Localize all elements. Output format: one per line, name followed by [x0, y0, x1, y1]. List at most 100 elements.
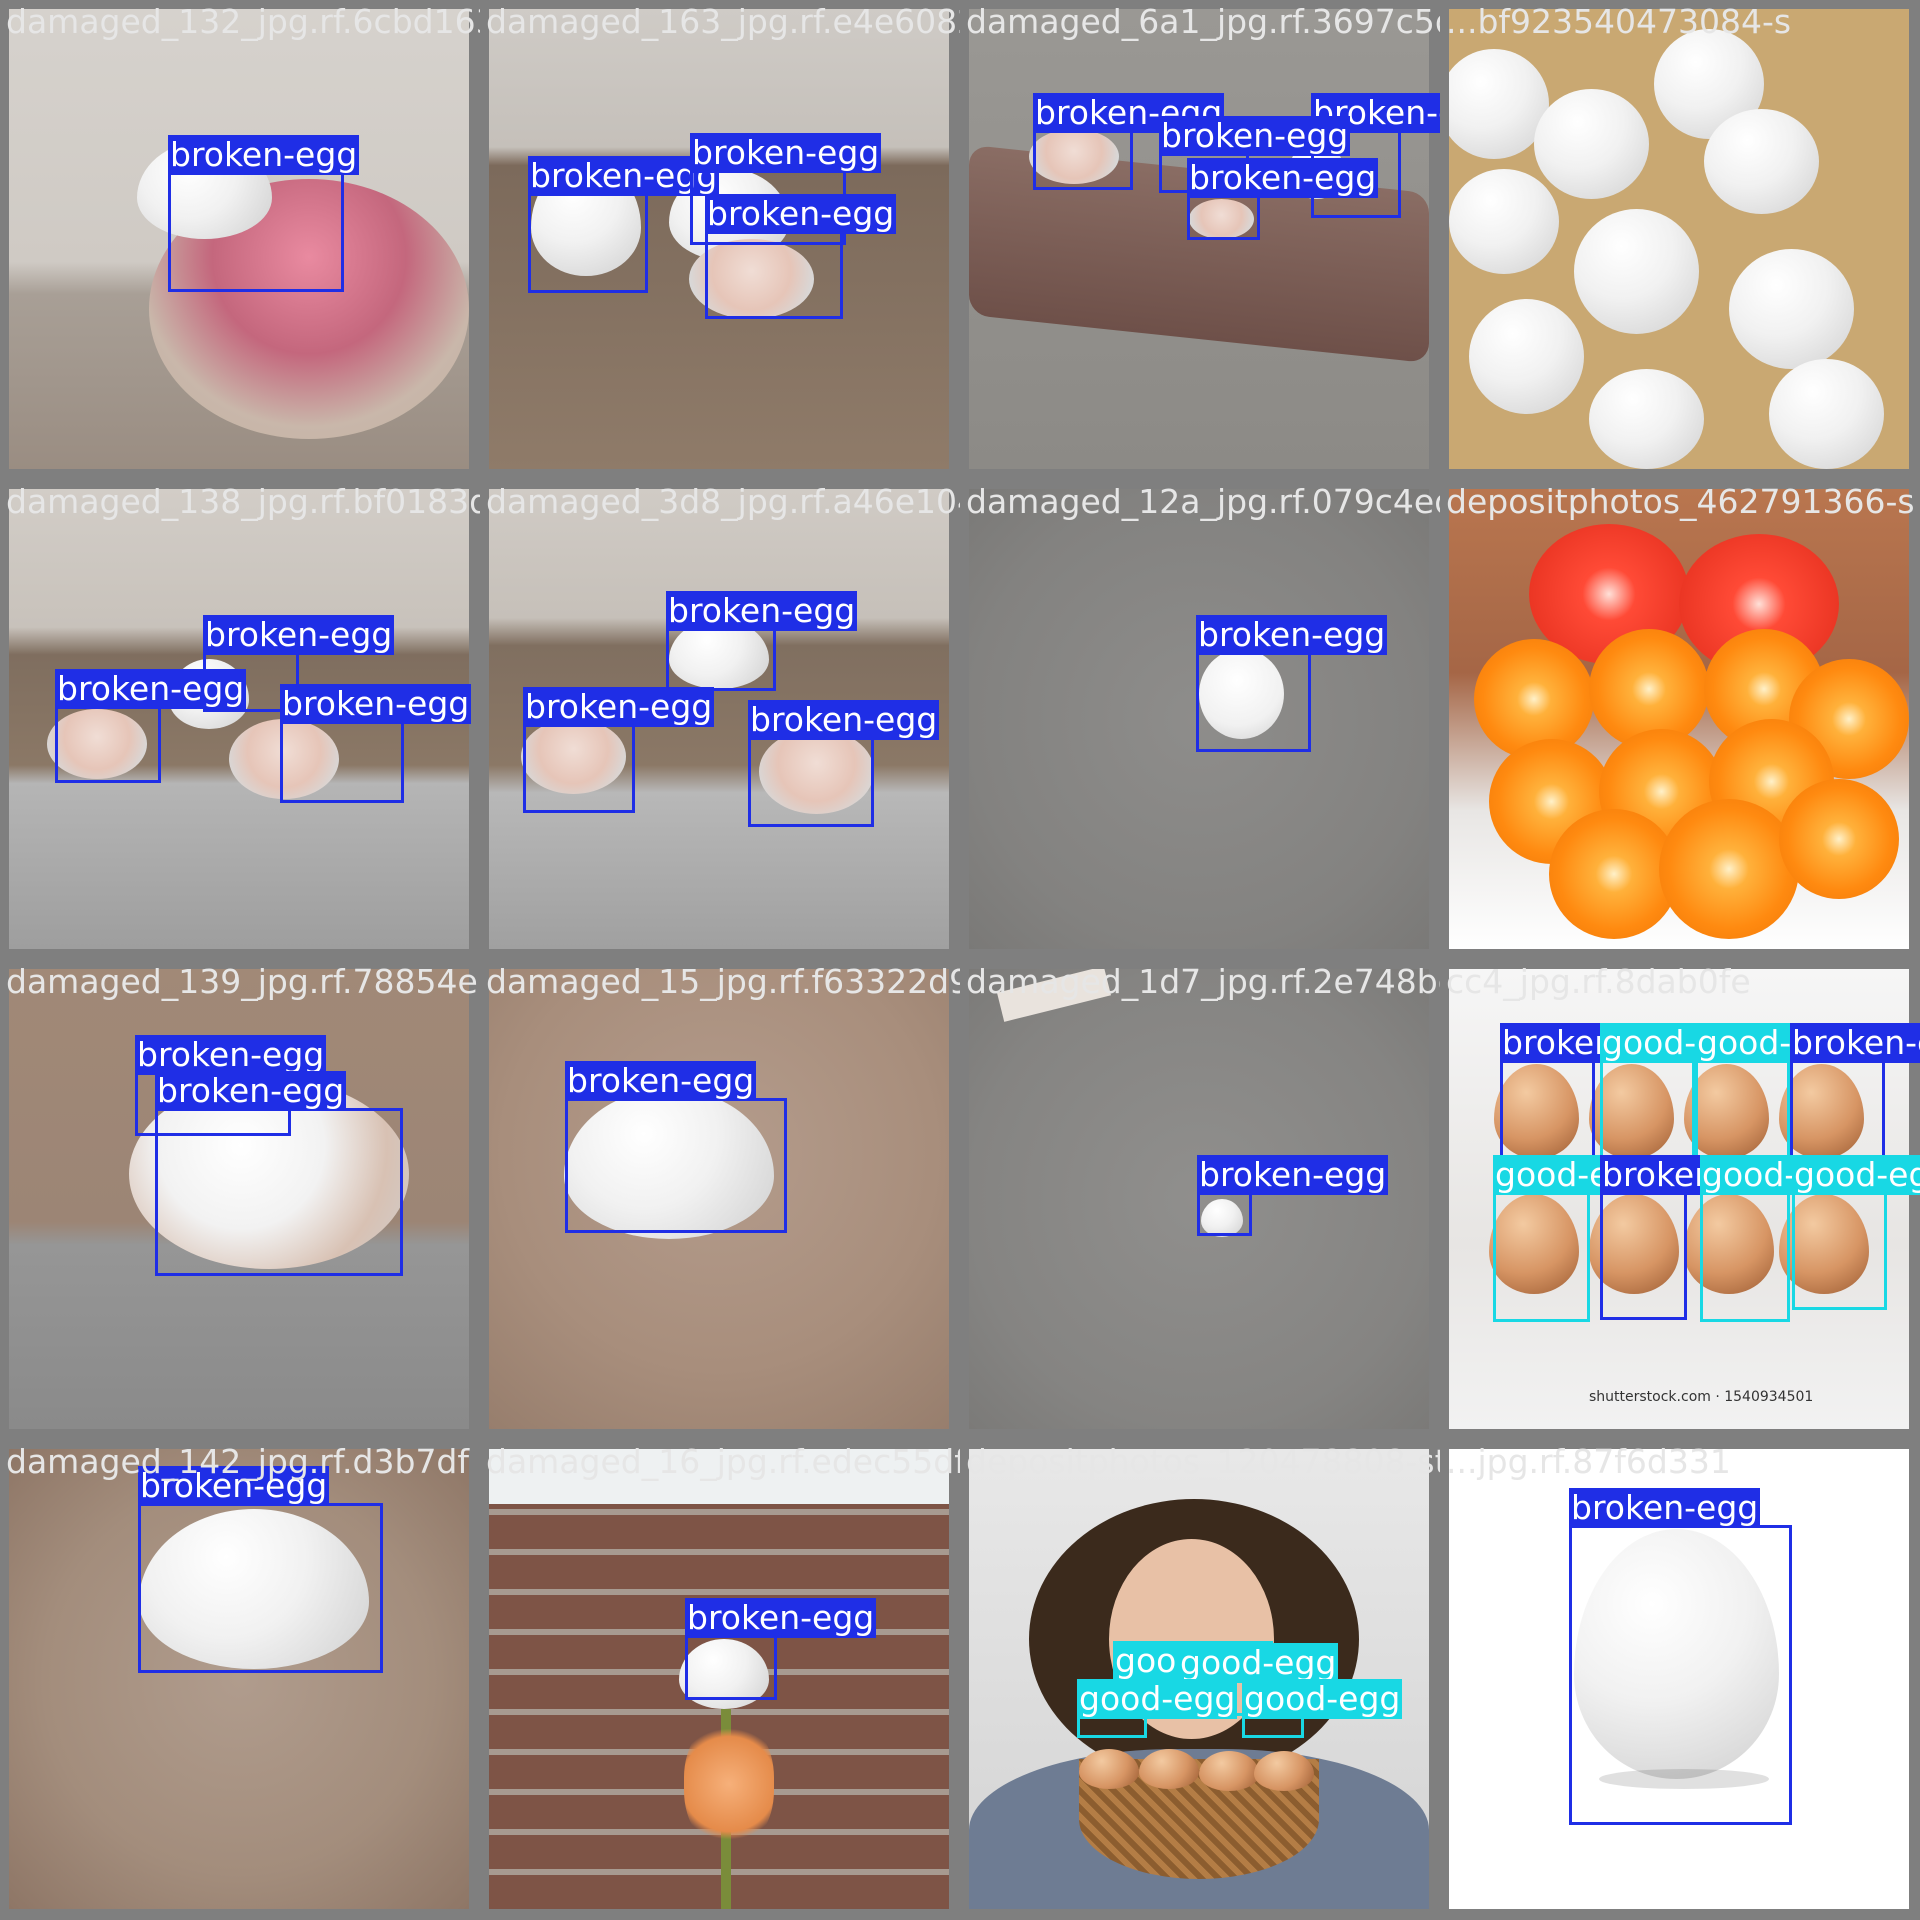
- bounding-box: broken-egg: [55, 669, 247, 783]
- bounding-box: broken-egg: [1569, 1488, 1792, 1825]
- box-label: broken-egg: [155, 1071, 347, 1111]
- bounding-box: broken-egg: [1197, 1155, 1389, 1236]
- box-label: broken-egg: [1569, 1488, 1761, 1528]
- tile-8: depositphotos_462791366-s: [1440, 480, 1920, 960]
- bounding-box: good-egg: [1242, 1679, 1403, 1738]
- bounding-box: broken-egg: [1196, 615, 1388, 752]
- bounding-box: good-egg: [1695, 1023, 1856, 1160]
- bounding-box: broken-egg: [666, 591, 858, 691]
- bounding-box: good-egg: [1792, 1155, 1920, 1310]
- box-label: good-egg: [1242, 1679, 1403, 1719]
- tile-filename: ...jpg.rf.87f6d331: [1446, 1442, 1731, 1481]
- tile-filename: damaged_139_jpg.rf.78854e5937e0d1735e7c: [6, 962, 480, 1001]
- tile-filename: depositphotos_120478808-stock-photo: [966, 1442, 1440, 1481]
- bounding-box: broken-egg: [1600, 1155, 1792, 1320]
- tile-filename: damaged_6a1_jpg.rf.3697c5de46f5ebba3: [966, 2, 1440, 41]
- egg: [1729, 249, 1854, 369]
- tile-filename: damaged_132_jpg.rf.6cbd163fba3e3b1f63a65: [6, 2, 480, 41]
- egg: [1469, 299, 1584, 414]
- bounding-box: good-egg: [1493, 1155, 1654, 1322]
- tile-5: damaged_138_jpg.rf.bf0183df7301d7148bc b…: [0, 480, 480, 960]
- box-label: broken-egg: [748, 700, 940, 740]
- box-label: broken-egg: [1197, 1155, 1389, 1195]
- box-label: broken-egg: [685, 1598, 877, 1638]
- bounding-box: good-egg: [1077, 1679, 1238, 1738]
- box-label: broken-egg: [690, 133, 882, 173]
- tile-filename: damaged_15_jpg.rf.f63322d9542e40e5087: [486, 962, 960, 1001]
- flower-head: [684, 1719, 774, 1849]
- egg: [1589, 369, 1704, 469]
- tile-14: damaged_16_jpg.rf.edec55df0e397545c61a2 …: [480, 1440, 960, 1920]
- box-label: broken-egg: [280, 684, 472, 724]
- egg: [1079, 1749, 1139, 1789]
- egg: [1574, 209, 1699, 334]
- orange-half: [1779, 779, 1899, 899]
- tile-filename: damaged_163_jpg.rf.e4e608201fe24dc675496: [486, 2, 960, 41]
- tile-15: depositphotos_120478808-stock-photo good…: [960, 1440, 1440, 1920]
- tile-10: damaged_15_jpg.rf.f63322d9542e40e5087 br…: [480, 960, 960, 1440]
- bounding-box: broken-egg: [748, 700, 940, 827]
- tile-filename: damaged_1d7_jpg.rf.2e748bd7d4af3f5850: [966, 962, 1440, 1001]
- tile-6: damaged_3d8_jpg.rf.a46e104fc409d6f12a_7 …: [480, 480, 960, 960]
- tile-photo: [1449, 489, 1909, 949]
- box-label: broken-egg: [1790, 1023, 1920, 1063]
- egg: [1534, 89, 1649, 199]
- box-label: good-egg: [1178, 1643, 1339, 1683]
- box-label: broken-egg: [523, 687, 715, 727]
- bounding-box: good-egg: [1700, 1155, 1861, 1322]
- tile-filename: damaged_138_jpg.rf.bf0183df7301d7148bc: [6, 482, 480, 521]
- bounding-box: broken-egg: [1033, 93, 1225, 190]
- bounding-box: broken-egg: [685, 1598, 877, 1700]
- tile-filename: damaged_3d8_jpg.rf.a46e104fc409d6f12a_7: [486, 482, 960, 521]
- tile-filename: damaged_12a_jpg.rf.079c4ed5740c06651: [966, 482, 1440, 521]
- tile-2: damaged_163_jpg.rf.e4e608201fe24dc675496…: [480, 0, 960, 480]
- egg: [1769, 359, 1884, 469]
- tile-13: damaged_142_jpg.rf.d3b7df broken-egg: [0, 1440, 480, 1920]
- tile-photo: [1449, 9, 1909, 469]
- box-label: broken-egg: [55, 669, 247, 709]
- tile-11: damaged_1d7_jpg.rf.2e748bd7d4af3f5850 br…: [960, 960, 1440, 1440]
- egg: [1704, 109, 1819, 214]
- box-label: broken-egg: [565, 1061, 757, 1101]
- box-label: broken-egg: [168, 135, 360, 175]
- box-label: broken-egg: [666, 591, 858, 631]
- bounding-box: good-egg: [1600, 1023, 1761, 1160]
- egg: [1449, 169, 1559, 274]
- mosaic-grid: damaged_132_jpg.rf.6cbd163fba3e3b1f63a65…: [0, 0, 1920, 1920]
- bounding-box: broken-egg: [138, 1466, 383, 1673]
- watermark: shutterstock.com · 1540934501: [1589, 1389, 1814, 1405]
- box-label: broken-egg: [203, 615, 395, 655]
- bounding-box: broken-egg: [705, 194, 897, 319]
- tile-7: damaged_12a_jpg.rf.079c4ed5740c06651 bro…: [960, 480, 1440, 960]
- bounding-box: broken-egg: [1790, 1023, 1920, 1160]
- box-label: broken-egg: [135, 1035, 327, 1075]
- tile-3: damaged_6a1_jpg.rf.3697c5de46f5ebba3 bro…: [960, 0, 1440, 480]
- bounding-box: broken-egg: [565, 1061, 787, 1233]
- box-label: good-egg: [1077, 1679, 1238, 1719]
- bounding-box: broken-egg: [523, 687, 715, 813]
- tile-1: damaged_132_jpg.rf.6cbd163fba3e3b1f63a65…: [0, 0, 480, 480]
- tile-filename: damaged_16_jpg.rf.edec55df0e397545c61a2: [486, 1442, 960, 1481]
- box-label: broken-egg: [1187, 158, 1379, 198]
- tile-filename: cc4_jpg.rf.8dab0fe: [1446, 962, 1751, 1001]
- bounding-box: broken-egg: [168, 135, 360, 292]
- egg: [1254, 1751, 1314, 1791]
- bounding-box: broken-egg: [528, 156, 720, 293]
- egg: [1139, 1749, 1199, 1789]
- orange-half: [1659, 799, 1799, 939]
- tile-filename: ...bf923540473084-s: [1446, 2, 1792, 41]
- box-label: broken-egg: [705, 194, 897, 234]
- box-label: broken-egg: [1196, 615, 1388, 655]
- bounding-box: broken-egg: [1500, 1023, 1692, 1160]
- tile-9: damaged_139_jpg.rf.78854e5937e0d1735e7c …: [0, 960, 480, 1440]
- bounding-box: broken-egg: [1187, 158, 1379, 240]
- tile-filename: damaged_142_jpg.rf.d3b7df: [6, 1442, 469, 1481]
- box-label: good-egg: [1792, 1155, 1920, 1195]
- bounding-box: broken-egg: [155, 1071, 403, 1276]
- tile-filename: depositphotos_462791366-s: [1446, 482, 1915, 521]
- tile-4: ...bf923540473084-s: [1440, 0, 1920, 480]
- tile-12: shutterstock.com · 1540934501 cc4_jpg.rf…: [1440, 960, 1920, 1440]
- box-label: broken-egg: [1159, 116, 1351, 156]
- egg: [1199, 1751, 1259, 1791]
- tile-16: ...jpg.rf.87f6d331 broken-egg: [1440, 1440, 1920, 1920]
